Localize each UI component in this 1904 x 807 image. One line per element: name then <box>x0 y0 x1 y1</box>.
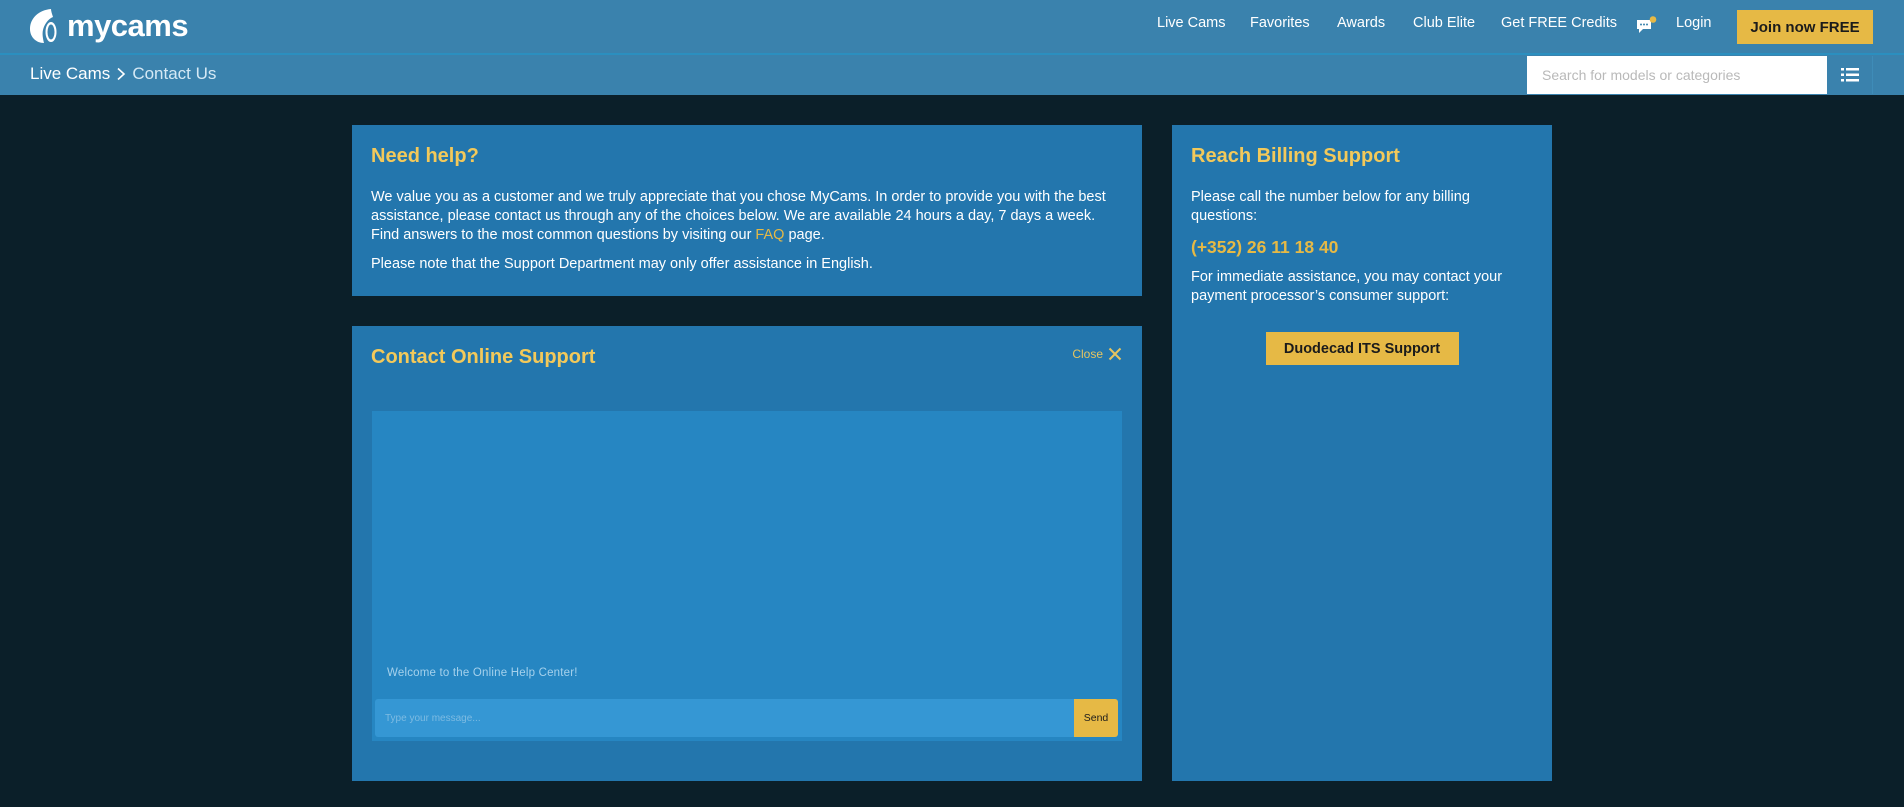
top-header <box>0 0 1904 53</box>
search-input[interactable] <box>1527 56 1827 94</box>
billing-intro-text: Please call the number below for any bil… <box>1191 189 1470 224</box>
need-help-title: Need help? <box>371 145 479 167</box>
faq-link[interactable]: FAQ <box>755 227 784 243</box>
chat-window: Welcome to the Online Help Center! Send <box>372 411 1122 741</box>
chevron-right-icon <box>117 67 126 81</box>
billing-title: Reach Billing Support <box>1191 145 1400 167</box>
contact-support-title: Contact Online Support <box>371 346 596 368</box>
send-button[interactable]: Send <box>1074 699 1118 737</box>
need-help-panel: Need help? We value you as a customer an… <box>352 125 1142 296</box>
category-list-button[interactable] <box>1827 56 1873 94</box>
list-icon <box>1840 68 1859 82</box>
breadcrumb-contact-us: Contact Us <box>132 64 217 83</box>
close-label: Close <box>1072 347 1103 361</box>
chat-message-input[interactable] <box>375 699 1076 737</box>
close-chat-button[interactable]: Close <box>1072 347 1122 361</box>
help-intro-text: We value you as a customer and we truly … <box>371 188 1123 245</box>
mycams-logo-icon <box>30 9 57 43</box>
chat-notification-icon[interactable] <box>1636 16 1658 34</box>
breadcrumb: Live Cams Contact Us <box>30 64 216 84</box>
nav-favorites[interactable]: Favorites <box>1250 15 1310 31</box>
chat-welcome-message: Welcome to the Online Help Center! <box>387 667 578 679</box>
logo-link[interactable]: mycams <box>29 8 189 44</box>
close-icon <box>1108 347 1122 361</box>
help-intro-part2: page. <box>784 227 825 243</box>
login-link[interactable]: Login <box>1676 15 1711 31</box>
breadcrumb-live-cams[interactable]: Live Cams <box>30 64 110 84</box>
duodecad-support-button[interactable]: Duodecad ITS Support <box>1265 332 1459 365</box>
nav-awards[interactable]: Awards <box>1337 15 1385 31</box>
processor-support-text: For immediate assistance, you may contac… <box>1191 269 1503 304</box>
contact-online-support-panel: Contact Online Support Close Welcome to … <box>352 326 1142 781</box>
nav-live-cams[interactable]: Live Cams <box>1157 15 1226 31</box>
nav-get-free-credits[interactable]: Get FREE Credits <box>1501 15 1617 31</box>
billing-phone-number: (+352) 26 11 18 40 <box>1191 237 1339 257</box>
nav-club-elite[interactable]: Club Elite <box>1413 15 1475 31</box>
english-only-note: Please note that the Support Department … <box>371 256 873 272</box>
help-intro-part1: We value you as a customer and we truly … <box>371 189 1106 243</box>
logo-text: mycams <box>67 8 189 43</box>
join-now-button[interactable]: Join now FREE <box>1737 10 1873 44</box>
billing-support-panel: Reach Billing Support Please call the nu… <box>1172 125 1552 781</box>
